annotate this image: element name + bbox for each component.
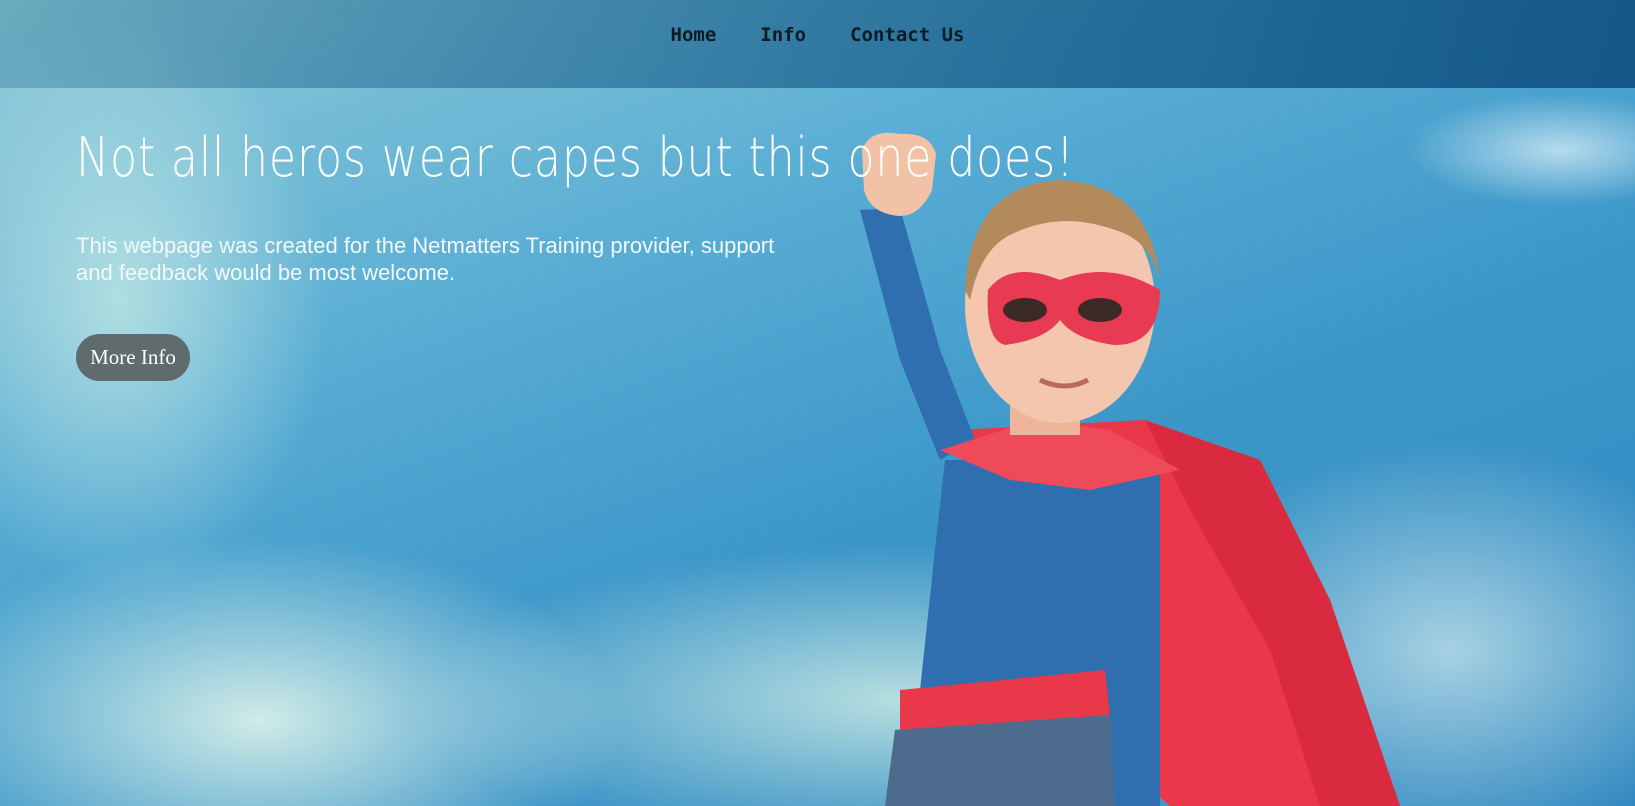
nav-link-contact-us[interactable]: Contact Us <box>850 24 964 46</box>
nav-link-info[interactable]: Info <box>760 24 806 46</box>
top-navigation: Home Info Contact Us <box>0 0 1635 88</box>
nav-link-home[interactable]: Home <box>671 24 717 46</box>
nav-menu: Home Info Contact Us <box>671 24 965 46</box>
nav-item-info: Info <box>760 24 806 46</box>
nav-item-home: Home <box>671 24 717 46</box>
hero-section: Home Info Contact Us Not all heros wear … <box>0 0 1635 806</box>
nav-item-contact: Contact Us <box>850 24 964 46</box>
hero-subtext: This webpage was created for the Netmatt… <box>76 233 775 285</box>
superhero-boy-image <box>860 132 1400 806</box>
hero-headline: Not all heros wear capes but this one do… <box>76 126 1075 189</box>
more-info-button[interactable]: More Info <box>76 334 190 381</box>
